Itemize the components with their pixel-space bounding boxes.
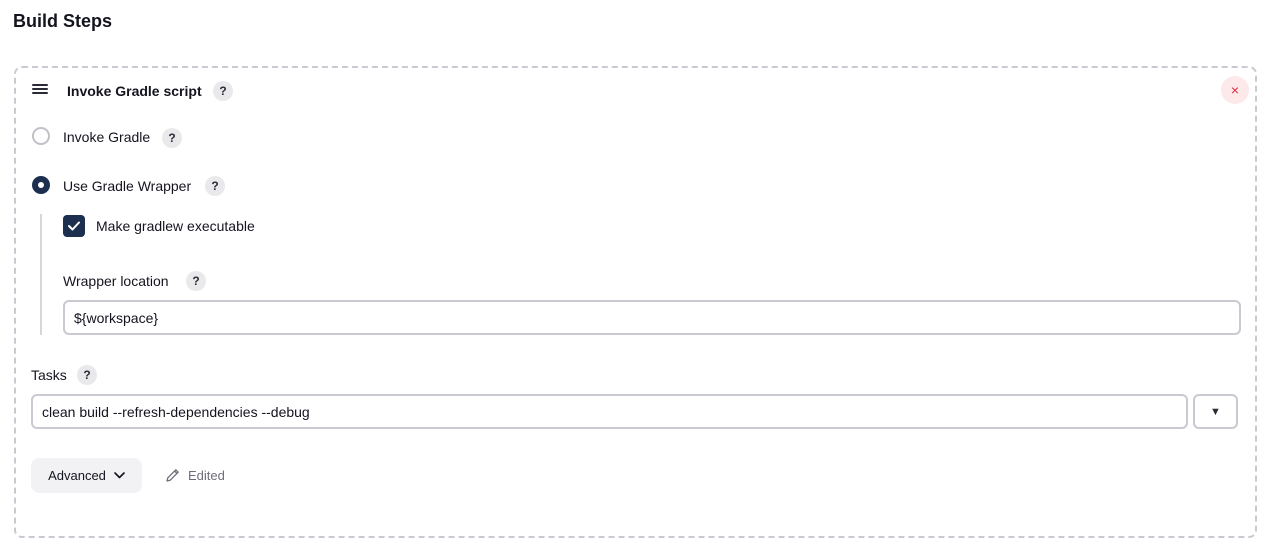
checkmark-icon	[68, 221, 80, 231]
use-gradle-wrapper-radio[interactable]	[32, 176, 50, 194]
edited-label: Edited	[188, 467, 225, 483]
advanced-label: Advanced	[48, 468, 106, 483]
wrapper-location-help-icon[interactable]: ?	[186, 271, 206, 291]
edited-indicator: Edited	[165, 467, 225, 483]
triangle-down-icon: ▼	[1210, 405, 1221, 418]
tasks-expand-button[interactable]: ▼	[1193, 394, 1238, 429]
close-icon: ×	[1230, 82, 1240, 98]
tasks-label: Tasks	[31, 367, 67, 383]
invoke-gradle-radio[interactable]	[32, 127, 50, 145]
chevron-down-icon	[114, 472, 125, 479]
wrapper-group-divider	[40, 214, 42, 335]
invoke-gradle-label: Invoke Gradle	[63, 129, 151, 145]
drag-handle-icon[interactable]	[32, 84, 48, 94]
pencil-icon	[166, 469, 179, 482]
tasks-input[interactable]	[31, 394, 1188, 429]
use-gradle-wrapper-label: Use Gradle Wrapper	[63, 178, 192, 194]
step-help-icon[interactable]: ?	[213, 81, 233, 101]
delete-step-button[interactable]: ×	[1221, 76, 1249, 104]
make-gradlew-executable-checkbox[interactable]	[63, 215, 85, 237]
make-gradlew-executable-label: Make gradlew executable	[96, 218, 255, 234]
invoke-gradle-help-icon[interactable]: ?	[162, 128, 182, 148]
step-title: Invoke Gradle script	[67, 83, 202, 99]
wrapper-location-label: Wrapper location	[63, 273, 169, 289]
wrapper-location-input[interactable]	[63, 300, 1241, 335]
advanced-button[interactable]: Advanced	[31, 458, 142, 493]
use-gradle-wrapper-help-icon[interactable]: ?	[205, 176, 225, 196]
tasks-help-icon[interactable]: ?	[77, 365, 97, 385]
section-title: Build Steps	[13, 11, 113, 31]
